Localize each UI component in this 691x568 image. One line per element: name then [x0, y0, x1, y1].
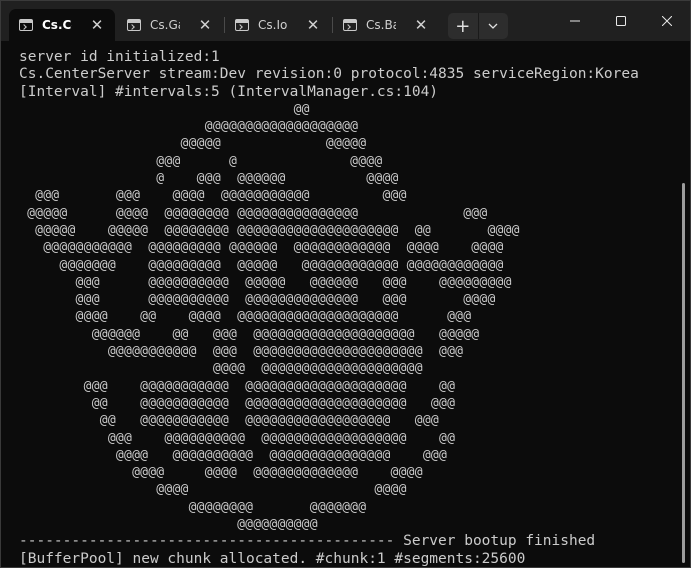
terminal-icon [343, 19, 357, 31]
chevron-down-icon [488, 23, 498, 29]
tab-close-button[interactable]: ✕ [303, 15, 323, 35]
ascii-art-line: @@@@ @@@@@@@@@@@@@@@@@@@@ [19, 361, 423, 377]
terminal-line: server id initialized:1 [19, 49, 220, 65]
tab-title: Cs.BattleServer [366, 18, 396, 32]
tab-dropdown-button[interactable] [479, 13, 509, 39]
ascii-art-line: @@@@ @@@@ @@@@@@@@@@@@@ @@@@ [19, 465, 423, 481]
ascii-art-line: @@@@@ @@@@ @@@@@@@@ @@@@@@@@@@@@@@@ @@@ [19, 205, 488, 221]
ascii-art-line: @@@@@ @@@@@ @@@@@@@@ @@@@@@@@@@@@@@@@@@@… [19, 222, 520, 238]
terminal-icon [235, 19, 249, 31]
ascii-art-line: @@@@ @@ @@@@ @@@@@@@@@@@@@@@@@@@@ @@@ [19, 309, 472, 325]
ascii-art-line: @@@@ @@@@ [19, 482, 407, 498]
ascii-art-line: @@@ @@@@@@@@@@@ @@@@@@@@@@@@@@@@@@@@ @@ [19, 378, 456, 394]
ascii-art-line: @@ @@@@@@@@@@@ @@@@@@@@@@@@@@@@@@@@ @@@ [19, 395, 456, 411]
ascii-art-line: @@@@ @@@@@@@@@@ @@@@@@@@@@@@@@@ @@@ [19, 447, 448, 463]
tab-close-button[interactable]: ✕ [87, 15, 107, 35]
tab-1[interactable]: Cs.GameServer ✕ [117, 9, 225, 41]
ascii-art-line: @@@ @@@@@@@@@@ @@@@@@@@@@@@@@ @@@ @@@@ [19, 292, 496, 308]
ascii-art-line: @@@@@@@@ @@@@@@@ [19, 499, 367, 515]
tab-title: Cs.CenterServer [42, 18, 72, 32]
new-tab-button[interactable]: + [448, 13, 479, 39]
ascii-art-line: @ @@@ @@@@@@ @@@@ [19, 171, 399, 187]
minimize-icon [570, 20, 580, 22]
title-bar: Cs.CenterServer✕Cs.GameServer✕Cs.IoServe… [1, 1, 690, 41]
close-window-button[interactable] [644, 1, 690, 41]
tab-strip: Cs.CenterServer✕Cs.GameServer✕Cs.IoServe… [9, 9, 441, 41]
ascii-art-line: @@@@@ @@@@@ [19, 136, 367, 152]
maximize-icon [616, 16, 626, 26]
terminal-line: ----------------------------------------… [19, 533, 596, 550]
new-tab-group: + [448, 13, 508, 39]
tab-3[interactable]: Cs.BattleServer ✕ [333, 9, 439, 41]
tab-close-button[interactable]: ✕ [195, 15, 215, 35]
ascii-art-line: @@@ @ @@@@ [19, 153, 383, 169]
ascii-art-line: @@@@@@@@@@ [19, 517, 318, 533]
ascii-art-line: @@@@@@@@@@@@@@@@@@@ [19, 119, 359, 135]
ascii-art-line: @@@@@@@@@@@ @@@@@@@@@ @@@@@@ @@@@@@@@@@@… [19, 240, 504, 256]
caption-buttons [552, 1, 690, 41]
ascii-art-line: @@@ @@@@@@@@@@ @@@@@ @@@@@@ @@@ @@@@@@@@… [19, 274, 512, 290]
terminal-output[interactable]: server id initialized:1 Cs.CenterServer s… [1, 41, 679, 567]
minimize-button[interactable] [552, 1, 598, 41]
ascii-art-line: @@ @@@@@@@@@@@ @@@@@@@@@@@@@@@@@@ @@@ [19, 413, 439, 429]
ascii-art-line: @@@ @@@ @@@@ @@@@@@@@@@@ @@@ [19, 188, 407, 204]
ascii-art-line: @@@@@@ @@ @@@ @@@@@@@@@@@@@@@@@@@@ @@@@@ [19, 326, 480, 342]
tab-title: Cs.IoServer [258, 18, 288, 32]
ascii-art-line: @@ [19, 101, 310, 117]
ascii-art-line: @@@ @@@@@@@@@@ @@@@@@@@@@@@@@@@@@ @@ [19, 430, 456, 446]
terminal-line: [BufferPool] new chunk allocated. #chunk… [19, 550, 526, 567]
tab-2[interactable]: Cs.IoServer ✕ [225, 9, 333, 41]
terminal-icon [127, 19, 141, 31]
close-icon [662, 16, 672, 26]
tab-close-button[interactable]: ✕ [411, 15, 431, 35]
tab-0[interactable]: Cs.CenterServer ✕ [9, 9, 115, 41]
vertical-scrollbar[interactable] [682, 183, 685, 563]
terminal-line: [Interval] #intervals:5 (IntervalManager… [19, 83, 439, 100]
maximize-button[interactable] [598, 1, 644, 41]
tab-title: Cs.GameServer [150, 18, 180, 32]
ascii-art-line: @@@@@@@@@@@ @@@ @@@@@@@@@@@@@@@@@@@@@ @@… [19, 344, 464, 360]
ascii-art-line: @@@@@@@ @@@@@@@@@ @@@@@ @@@@@@@@@@@@ @@@… [19, 257, 504, 273]
terminal-icon [19, 19, 33, 31]
terminal-line: Cs.CenterServer stream:Dev revision:0 pr… [19, 66, 639, 83]
terminal-window: Cs.CenterServer✕Cs.GameServer✕Cs.IoServe… [0, 0, 691, 568]
